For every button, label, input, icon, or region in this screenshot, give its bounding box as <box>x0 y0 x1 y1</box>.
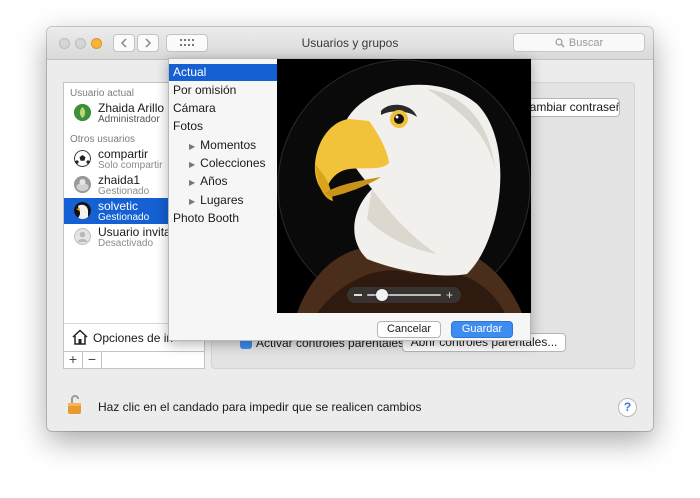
source-label: Años <box>200 174 228 188</box>
lock-message: Haz clic en el candado para impedir que … <box>98 400 422 414</box>
cancel-button[interactable]: Cancelar <box>377 321 441 338</box>
current-user-header: Usuario actual <box>70 88 134 99</box>
disclosure-triangle-icon[interactable]: ▶ <box>189 160 195 169</box>
profile-picture-preview[interactable]: + <box>277 59 531 313</box>
avatar <box>74 104 91 121</box>
disclosure-triangle-icon[interactable]: ▶ <box>189 142 195 151</box>
source-label: Lugares <box>200 193 244 207</box>
search-field[interactable]: Buscar <box>513 33 645 52</box>
user-name: Zhaida Arillo <box>98 101 165 115</box>
user-role: Gestionado <box>98 212 150 223</box>
avatar <box>74 176 91 193</box>
remove-user-button[interactable]: − <box>83 352 102 368</box>
zoom-slider[interactable]: + <box>347 287 461 303</box>
user-role: Desactivado <box>98 238 154 249</box>
source-label: Fotos <box>173 119 204 133</box>
user-role: Gestionado <box>98 186 150 197</box>
zoom-out-icon <box>354 294 362 296</box>
user-name: solvetic <box>98 199 139 213</box>
source-label: Cámara <box>173 101 216 115</box>
other-users-header: Otros usuarios <box>70 134 136 145</box>
add-remove-bar: + − <box>63 352 205 369</box>
title-bar: Usuarios y grupos Buscar <box>47 27 653 60</box>
padlock-icon[interactable] <box>67 393 87 418</box>
user-role: Administrador <box>98 114 160 125</box>
user-name: compartir <box>98 147 149 161</box>
save-button[interactable]: Guardar <box>451 321 513 338</box>
source-actual[interactable]: Actual <box>169 64 281 81</box>
source-por-omision[interactable]: Por omisión <box>169 82 281 99</box>
zoom-thumb[interactable] <box>375 289 388 301</box>
soccer-ball-icon <box>74 150 91 167</box>
picture-picker-popover: Actual Por omisión Cámara Fotos ▶ Momento… <box>168 58 531 341</box>
disclosure-triangle-icon[interactable]: ▶ <box>189 178 195 187</box>
source-label: Momentos <box>200 138 257 152</box>
help-button[interactable]: ? <box>618 398 637 417</box>
source-label: Por omisión <box>173 83 237 97</box>
picture-source-list: Actual Por omisión Cámara Fotos ▶ Momento… <box>169 59 281 317</box>
source-fotos[interactable]: Fotos <box>169 118 281 135</box>
house-icon <box>72 329 88 345</box>
source-label: Colecciones <box>200 156 266 170</box>
disclosure-triangle-icon[interactable]: ▶ <box>189 197 195 206</box>
eagle-avatar <box>74 202 91 219</box>
user-name: zhaida1 <box>98 173 141 187</box>
source-camara[interactable]: Cámara <box>169 100 281 117</box>
source-photo-booth[interactable]: Photo Booth <box>169 210 281 227</box>
change-password-button[interactable]: Cambiar contraseña... <box>520 98 620 117</box>
user-role: Solo compartir <box>98 160 163 171</box>
zoom-in-icon: + <box>446 288 454 302</box>
add-user-button[interactable]: + <box>64 352 83 368</box>
login-options-label: Opciones de in <box>93 331 174 345</box>
search-placeholder: Buscar <box>568 36 604 49</box>
search-icon <box>555 37 565 47</box>
user-silhouette-icon <box>74 228 91 245</box>
source-label: Actual <box>173 65 207 79</box>
eagle-image <box>277 59 531 313</box>
source-label: Photo Booth <box>173 211 240 225</box>
